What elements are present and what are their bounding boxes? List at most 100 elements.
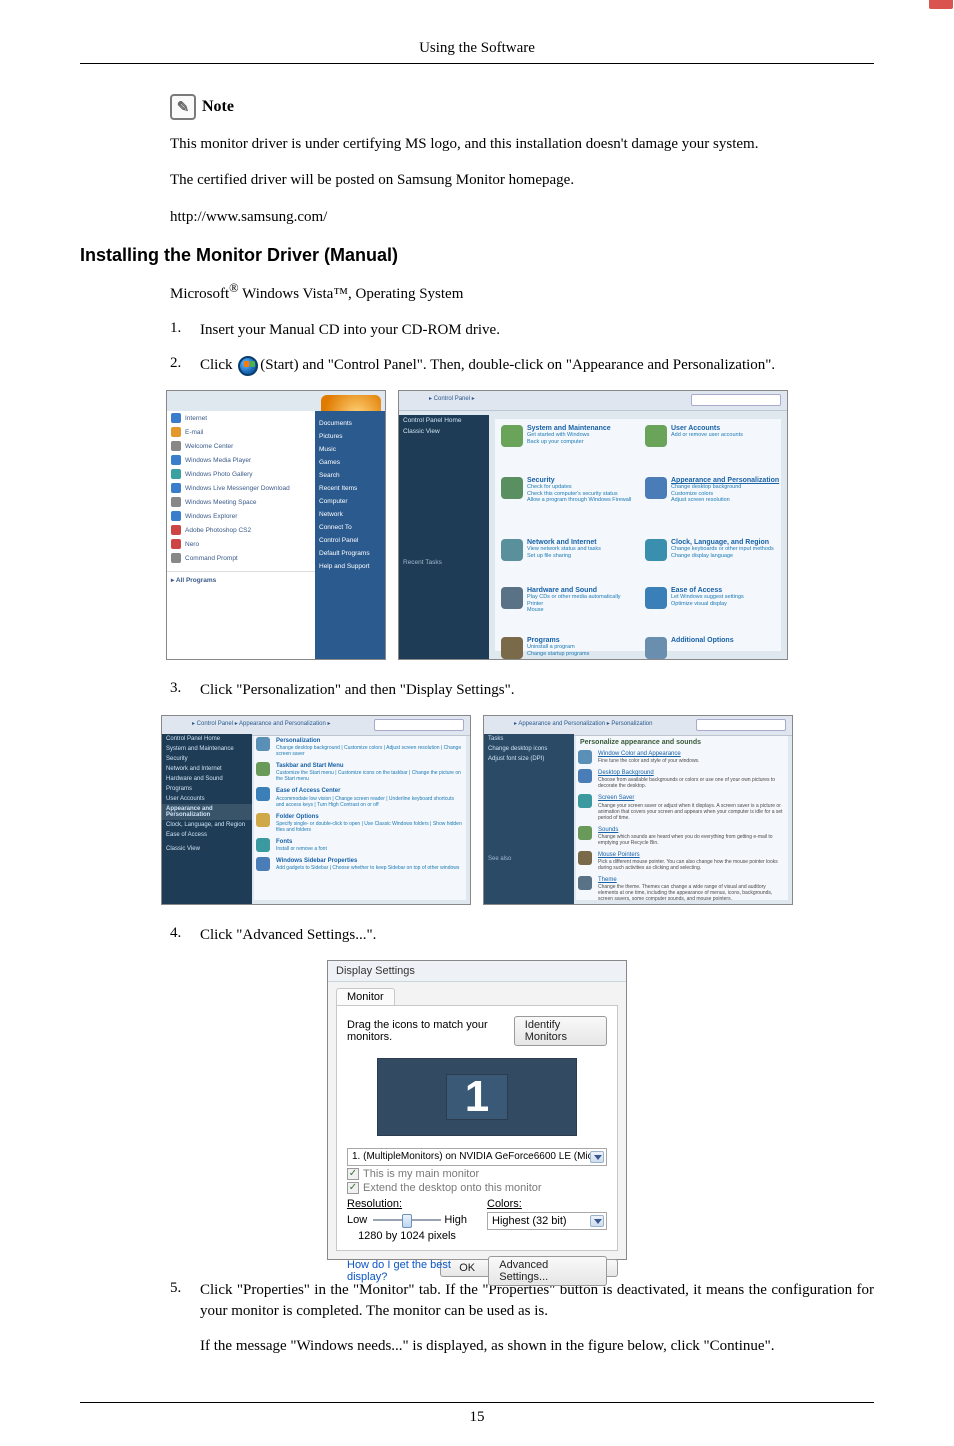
cp-side-nav-item: Classic View bbox=[162, 844, 252, 854]
colors-label: Colors: bbox=[487, 1198, 607, 1210]
advanced-settings-button[interactable]: Advanced Settings... bbox=[488, 1256, 607, 1286]
note-para-1: This monitor driver is under certifying … bbox=[170, 134, 874, 154]
step-text-2: Click (Start) and "Control Panel". Then,… bbox=[200, 355, 874, 376]
os-line: Microsoft® Windows Vista™, Operating Sys… bbox=[170, 280, 874, 304]
page-header: Using the Software bbox=[80, 40, 874, 57]
step-number-3: 3. bbox=[170, 680, 200, 697]
dialog-title: Display Settings bbox=[328, 961, 626, 982]
colors-value: Highest (32 bit) bbox=[490, 1214, 604, 1227]
task-nav-item: Tasks bbox=[484, 734, 574, 744]
start-menu-item: E-mail bbox=[167, 425, 317, 439]
header-rule bbox=[80, 63, 874, 64]
os-post: Windows Vista™, Operating System bbox=[239, 286, 464, 302]
all-programs: ▸ All Programs bbox=[167, 571, 317, 586]
start-menu-item: Internet bbox=[167, 411, 317, 425]
cp-side-nav-item: Network and Internet bbox=[162, 764, 252, 774]
personalization-item: Mouse PointersPick a different mouse poi… bbox=[576, 850, 788, 875]
personalization-item: Window Color and AppearanceFine tune the… bbox=[576, 749, 788, 768]
identify-monitors-button[interactable]: Identify Monitors bbox=[514, 1016, 607, 1046]
step-number-1: 1. bbox=[170, 320, 200, 337]
start-menu-item: Windows Photo Gallery bbox=[167, 467, 317, 481]
breadcrumb: ▸ Control Panel ▸ Appearance and Persona… bbox=[192, 720, 330, 727]
appearance-item: Ease of Access CenterAccommodate low vis… bbox=[254, 786, 466, 811]
cp-category: SecurityCheck for updatesCheck this comp… bbox=[501, 477, 641, 529]
cp-category: Additional Options bbox=[645, 637, 785, 660]
figure-3: Display Settings Monitor Drag the icons … bbox=[80, 960, 874, 1260]
personalize-header: Personalize appearance and sounds bbox=[576, 736, 788, 749]
footer-rule bbox=[80, 1402, 874, 1403]
colors-dropdown[interactable]: Highest (32 bit) bbox=[487, 1212, 607, 1230]
resolution-label: Resolution: bbox=[347, 1198, 467, 1210]
start-menu-item: Welcome Center bbox=[167, 439, 317, 453]
start-menu-right-item: Games bbox=[315, 456, 385, 469]
resolution-slider[interactable]: Low High bbox=[347, 1212, 467, 1228]
chevron-down-icon bbox=[590, 1151, 604, 1163]
start-menu-right-item: Computer bbox=[315, 495, 385, 508]
step-text-4: Click "Advanced Settings...". bbox=[200, 925, 874, 946]
see-also-label: See also bbox=[484, 854, 574, 864]
start-menu-item: Windows Media Player bbox=[167, 453, 317, 467]
chevron-down-icon bbox=[590, 1215, 604, 1227]
figure-1b-control-panel: ▸ Control Panel ▸ Control Panel HomeClas… bbox=[398, 390, 788, 660]
cp-category: Hardware and SoundPlay CDs or other medi… bbox=[501, 587, 641, 639]
start-menu-right-item: Control Panel bbox=[315, 534, 385, 547]
step-text-5: Click "Properties" in the "Monitor" tab.… bbox=[200, 1280, 874, 1322]
start-menu-right-item: Default Programs bbox=[315, 547, 385, 560]
start-menu-item: Windows Meeting Space bbox=[167, 495, 317, 509]
page-number: 15 bbox=[80, 1409, 874, 1426]
best-display-link[interactable]: How do I get the best display? bbox=[347, 1259, 488, 1283]
checkbox-main-monitor[interactable] bbox=[347, 1168, 359, 1180]
checkbox-extend[interactable] bbox=[347, 1182, 359, 1194]
cp-side-nav-item: Control Panel Home bbox=[162, 734, 252, 744]
cp-category: Appearance and PersonalizationChange des… bbox=[645, 477, 785, 529]
step-number-4: 4. bbox=[170, 925, 200, 942]
search-box bbox=[374, 719, 464, 731]
breadcrumb: ▸ Control Panel ▸ bbox=[429, 395, 475, 402]
step-text-3: Click "Personalization" and then "Displa… bbox=[200, 680, 874, 701]
drag-instruction: Drag the icons to match your monitors. bbox=[347, 1019, 514, 1043]
step-number-2: 2. bbox=[170, 355, 200, 372]
start-menu-right-item: Recent Items bbox=[315, 482, 385, 495]
step2-pre: Click bbox=[200, 357, 236, 373]
window-topbar: ▸ Control Panel ▸ Appearance and Persona… bbox=[162, 716, 470, 736]
cp-side-nav-item: Clock, Language, and Region bbox=[162, 820, 252, 830]
step-number-5: 5. bbox=[170, 1280, 200, 1297]
checkbox-label-extend: Extend the desktop onto this monitor bbox=[363, 1182, 542, 1194]
note-para-2: The certified driver will be posted on S… bbox=[170, 170, 874, 190]
start-menu-item: Command Prompt bbox=[167, 551, 317, 565]
window-topbar: ▸ Control Panel ▸ bbox=[399, 391, 787, 411]
personalization-item: SoundsChange which sounds are heard when… bbox=[576, 825, 788, 850]
start-orb-icon bbox=[238, 356, 258, 376]
checkbox-label-main: This is my main monitor bbox=[363, 1168, 479, 1180]
start-menu-right-item: Network bbox=[315, 508, 385, 521]
cp-category: Network and InternetView network status … bbox=[501, 539, 641, 591]
task-nav-item: Change desktop icons bbox=[484, 744, 574, 754]
figure-2: ▸ Control Panel ▸ Appearance and Persona… bbox=[80, 715, 874, 905]
cp-nav-item: Classic View bbox=[399, 426, 489, 437]
start-menu-right-item: Connect To bbox=[315, 521, 385, 534]
display-settings-dialog: Display Settings Monitor Drag the icons … bbox=[327, 960, 627, 1260]
resolution-value: 1280 by 1024 pixels bbox=[347, 1230, 467, 1242]
cp-category: Clock, Language, and RegionChange keyboa… bbox=[645, 539, 785, 591]
start-menu-right-item: Search bbox=[315, 469, 385, 482]
figure-2b-personalization: ▸ Appearance and Personalization ▸ Perso… bbox=[483, 715, 793, 905]
recent-tasks-label: Recent Tasks bbox=[399, 557, 489, 568]
cp-side-nav-item: Security bbox=[162, 754, 252, 764]
monitor-number: 1 bbox=[465, 1072, 489, 1122]
start-menu-item: Windows Live Messenger Download bbox=[167, 481, 317, 495]
note-icon: ✎ bbox=[170, 94, 196, 120]
monitor-preview: 1 bbox=[377, 1058, 577, 1136]
cp-side-nav-item: Hardware and Sound bbox=[162, 774, 252, 784]
start-menu-right-item: Pictures bbox=[315, 430, 385, 443]
section-heading: Installing the Monitor Driver (Manual) bbox=[80, 245, 874, 266]
monitor-dropdown[interactable]: 1. (MultipleMonitors) on NVIDIA GeForce6… bbox=[347, 1148, 607, 1166]
cp-side-nav-item: User Accounts bbox=[162, 794, 252, 804]
cp-side-nav-item: Appearance and Personalization bbox=[162, 804, 252, 820]
window-topbar: ▸ Appearance and Personalization ▸ Perso… bbox=[484, 716, 792, 736]
figure-1a-start-menu: InternetE-mailWelcome CenterWindows Medi… bbox=[166, 390, 386, 660]
appearance-item: PersonalizationChange desktop background… bbox=[254, 736, 466, 761]
dropdown-value: 1. (MultipleMonitors) on NVIDIA GeForce6… bbox=[350, 1150, 604, 1162]
personalization-item: ThemeChange the theme. Themes can change… bbox=[576, 875, 788, 905]
start-menu-right-item: Documents bbox=[315, 417, 385, 430]
registered-mark: ® bbox=[229, 281, 239, 295]
